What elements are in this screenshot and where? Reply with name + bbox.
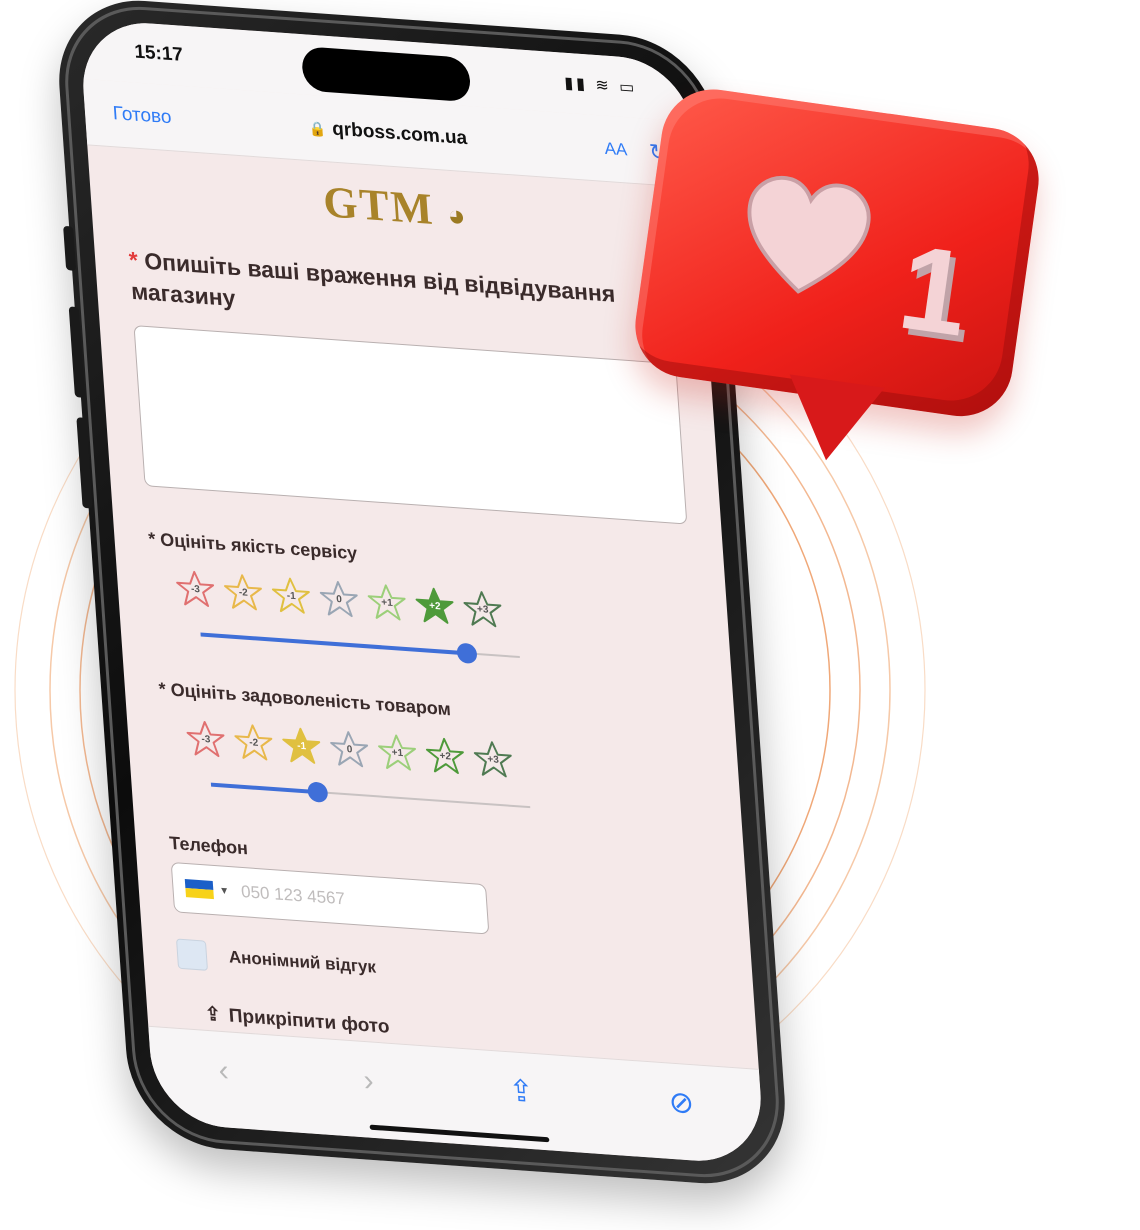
rating-star[interactable]: -2 — [222, 571, 265, 614]
anonymous-label: Анонімний відгук — [228, 947, 377, 977]
star-label: +1 — [391, 746, 404, 759]
upload-icon: ⇪ — [204, 1003, 222, 1027]
star-label: +2 — [439, 750, 452, 763]
star-label: 0 — [346, 743, 353, 756]
notification-count: 1 — [891, 219, 977, 362]
back-icon[interactable]: ‹ — [217, 1053, 229, 1088]
forward-icon[interactable]: › — [362, 1063, 374, 1098]
anonymous-option: Анонімний відгук — [175, 938, 721, 1008]
anonymous-checkbox[interactable] — [175, 938, 209, 971]
required-mark: * — [128, 246, 139, 274]
rating-star[interactable]: 0 — [328, 728, 371, 771]
text-size-button[interactable]: AA — [604, 138, 628, 160]
status-time: 15:17 — [133, 41, 184, 66]
star-label: -2 — [238, 586, 249, 599]
lock-icon: 🔒 — [308, 119, 327, 137]
rating-star[interactable]: +3 — [472, 738, 515, 781]
rating-star[interactable]: -2 — [232, 721, 275, 764]
star-label: +1 — [380, 596, 394, 609]
lips-icon: ◕ — [446, 198, 469, 234]
product-rating-slider[interactable] — [210, 774, 531, 819]
star-label: -3 — [190, 583, 201, 595]
like-notification: 1 — [615, 82, 1055, 523]
rating-star[interactable]: -1 — [270, 574, 313, 617]
star-label: -3 — [201, 733, 211, 746]
share-icon[interactable]: ⇪ — [507, 1073, 535, 1110]
rating-star[interactable]: +1 — [366, 581, 409, 624]
star-label: -2 — [248, 736, 259, 749]
chevron-down-icon[interactable]: ▼ — [219, 885, 230, 897]
rating-star[interactable]: +3 — [461, 588, 504, 631]
bubble-tail — [778, 374, 885, 467]
rating-star[interactable]: 0 — [318, 578, 361, 621]
heart-icon — [747, 175, 871, 294]
star-label: -1 — [286, 590, 297, 602]
star-label: 0 — [335, 593, 343, 606]
star-label: +2 — [428, 600, 441, 612]
url-text: qrboss.com.ua — [331, 117, 468, 149]
rating-star[interactable]: -3 — [174, 568, 217, 611]
slider-thumb[interactable] — [306, 781, 329, 803]
safari-compass-icon[interactable]: ⊘ — [668, 1085, 696, 1122]
rating-star[interactable]: -1 — [280, 724, 323, 767]
star-label: +3 — [476, 603, 489, 616]
feedback-question-text: Опишіть ваші враження від відвідування м… — [130, 247, 616, 312]
rating-star[interactable]: -3 — [185, 718, 228, 761]
phone-placeholder: 050 123 4567 — [240, 882, 346, 909]
ukraine-flag-icon[interactable] — [184, 879, 214, 900]
rating-star[interactable]: +2 — [414, 584, 457, 627]
done-button[interactable]: Готово — [112, 102, 172, 128]
rating-star[interactable]: +1 — [376, 731, 419, 774]
slider-thumb[interactable] — [455, 642, 478, 665]
logo-text: GTM — [321, 176, 436, 235]
service-rating-slider[interactable] — [200, 624, 521, 669]
notification-bubble: 1 — [628, 82, 1046, 423]
star-label: -1 — [296, 740, 307, 752]
rating-star[interactable]: +2 — [424, 735, 467, 778]
star-label: +3 — [487, 753, 500, 766]
url-field[interactable]: 🔒 qrboss.com.ua — [171, 107, 606, 160]
signal-wifi-battery-icon: ▮▮ ≋ ▭ — [563, 74, 638, 98]
feedback-textarea[interactable] — [133, 325, 688, 525]
